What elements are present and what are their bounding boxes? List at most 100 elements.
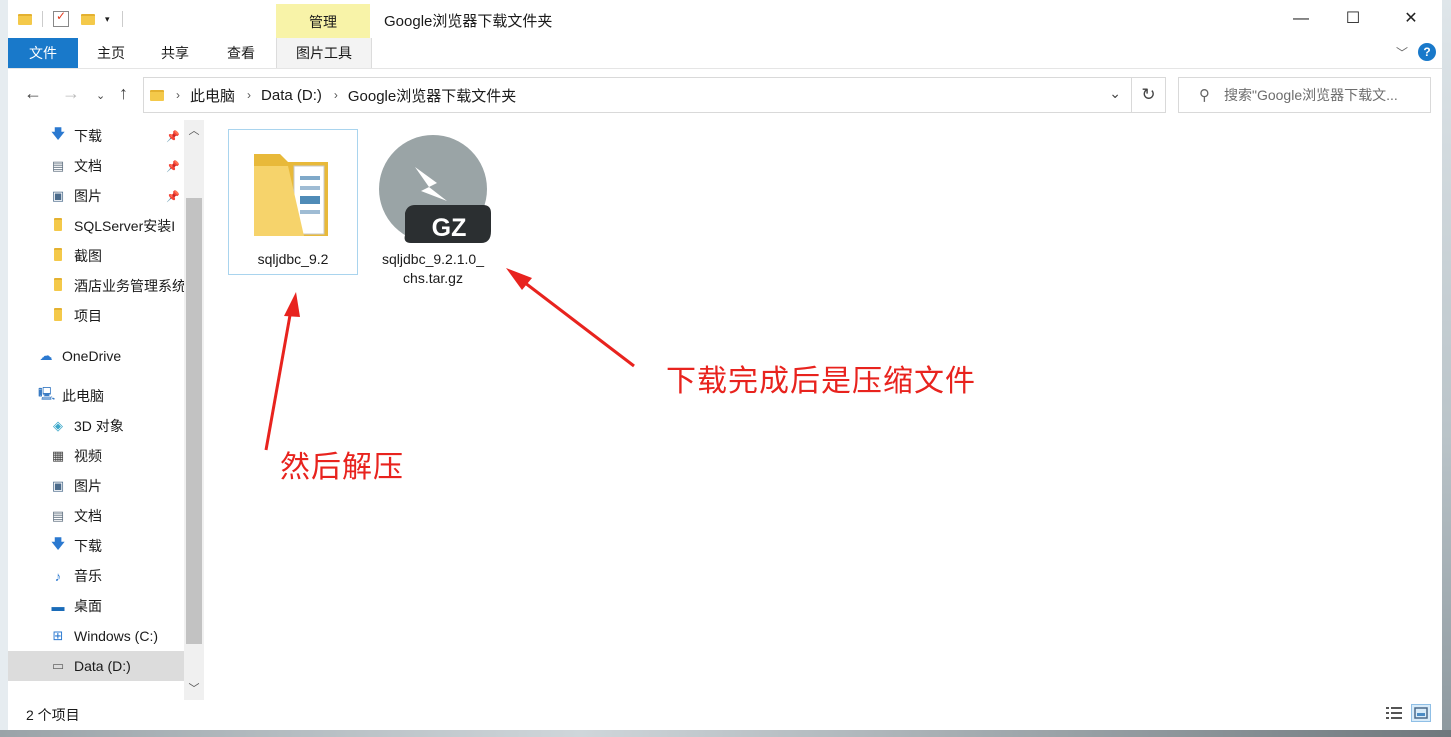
tab-view[interactable]: 查看 <box>218 38 264 68</box>
nav-item-projects[interactable]: 项目 <box>8 301 184 331</box>
nav-item-documents[interactable]: ▤ 文档 📌 <box>8 151 184 181</box>
folder-icon <box>150 89 164 101</box>
tab-picture-tools[interactable]: 图片工具 <box>276 38 372 68</box>
nav-item-downloads-pc[interactable]: 🡇 下载 <box>8 531 184 561</box>
download-arrow-icon: 🡇 <box>51 536 65 551</box>
scroll-down-arrow-icon[interactable]: ﹀ <box>184 680 204 696</box>
nav-item-pictures[interactable]: ▣ 图片 📌 <box>8 181 184 211</box>
window-title: Google浏览器下载文件夹 <box>384 13 553 30</box>
properties-icon[interactable]: ✓ <box>53 9 69 27</box>
forward-arrow-icon[interactable]: → <box>62 83 80 104</box>
nav-item-label: 此电脑 <box>62 388 104 404</box>
divider <box>121 11 123 27</box>
scroll-up-arrow-icon[interactable]: ︿ <box>184 122 204 138</box>
drive-icon: ▭ <box>51 658 65 673</box>
breadcrumb-drive-d[interactable]: Data (D:) <box>261 87 322 104</box>
ribbon-controls: ﹀ ? <box>1396 43 1436 61</box>
nav-item-this-pc[interactable]: 🖳 此电脑 <box>8 381 184 411</box>
nav-item-label: 图片 <box>74 188 102 204</box>
arrow-to-folder <box>264 303 294 451</box>
nav-item-pictures-pc[interactable]: ▣ 图片 <box>8 471 184 501</box>
file-item-archive[interactable]: GZ sqljdbc_9.2.1.0_ chs.tar.gz <box>368 129 498 299</box>
gz-archive-icon: GZ <box>379 135 491 243</box>
ribbon-tabs: 文件 主页 共享 查看 图片工具 ﹀ ? <box>8 38 1442 69</box>
breadcrumb-separator-icon[interactable]: › <box>176 88 180 102</box>
nav-item-label: 酒店业务管理系统 <box>74 278 184 294</box>
tab-file[interactable]: 文件 <box>8 38 78 68</box>
maximize-button[interactable]: ☐ <box>1330 0 1376 38</box>
pin-icon[interactable]: 📌 <box>166 130 180 143</box>
up-arrow-icon[interactable]: ↑ <box>119 83 128 104</box>
nav-item-downloads[interactable]: 🡇 下载 📌 <box>8 121 184 151</box>
nav-item-label: 下载 <box>74 128 102 144</box>
nav-scrollbar[interactable]: ︿ ﹀ <box>184 120 204 700</box>
refresh-button[interactable]: ↻ <box>1132 77 1166 113</box>
breadcrumb-separator-icon[interactable]: › <box>247 88 251 102</box>
nav-item-hotel-system[interactable]: 酒店业务管理系统 <box>8 271 184 301</box>
nav-item-documents-pc[interactable]: ▤ 文档 <box>8 501 184 531</box>
nav-item-label: 文档 <box>74 158 102 174</box>
nav-item-music[interactable]: ♪ 音乐 <box>8 561 184 591</box>
navigation-pane: 🡇 下载 📌 ▤ 文档 📌 ▣ 图片 📌 SQLServer安装I 截图 酒店业务管理… <box>8 120 204 700</box>
breadcrumb-current-folder[interactable]: Google浏览器下载文件夹 <box>348 85 516 106</box>
picture-icon: ▣ <box>51 188 65 203</box>
manage-context-tab[interactable]: 管理 <box>276 4 370 38</box>
nav-item-label: 视频 <box>74 448 102 464</box>
file-name: sqljdbc_9.2 <box>257 251 329 267</box>
nav-item-label: 图片 <box>74 478 102 494</box>
file-item-folder[interactable]: sqljdbc_9.2 <box>228 129 358 275</box>
nav-item-screenshots[interactable]: 截图 <box>8 241 184 271</box>
large-icons-view-icon[interactable] <box>1411 704 1431 722</box>
address-dropdown-chevron-icon[interactable]: ⌄ <box>1109 85 1121 102</box>
arrowhead <box>284 292 300 317</box>
back-arrow-icon[interactable]: ← <box>24 83 42 104</box>
nav-item-label: 音乐 <box>74 568 102 584</box>
nav-item-label: Data (D:) <box>74 658 131 674</box>
title-bar: ✓ ▾ 管理 Google浏览器下载文件夹 — ☐ ✕ <box>8 0 1442 38</box>
desktop-background-edge <box>1442 0 1451 737</box>
search-icon: ⚲ <box>1199 87 1210 104</box>
annotation-compressed-note: 下载完成后是压缩文件 <box>666 365 976 398</box>
nav-item-label: 截图 <box>74 248 102 264</box>
file-name: sqljdbc_9.2.1.0_ chs.tar.gz <box>368 250 498 288</box>
tab-share[interactable]: 共享 <box>152 38 198 68</box>
close-button[interactable]: ✕ <box>1388 0 1434 38</box>
music-icon: ♪ <box>54 568 62 584</box>
minimize-button[interactable]: — <box>1278 0 1324 38</box>
status-bar: 2 个项目 <box>8 700 1442 730</box>
video-icon: ▦ <box>51 448 65 463</box>
nav-item-videos[interactable]: ▦ 视频 <box>8 441 184 471</box>
nav-item-3d-objects[interactable]: ◈ 3D 对象 <box>8 411 184 441</box>
search-input[interactable]: ⚲ 搜索"Google浏览器下载文... <box>1178 77 1431 113</box>
tab-home[interactable]: 主页 <box>88 38 134 68</box>
pin-icon[interactable]: 📌 <box>166 190 180 203</box>
breadcrumb-separator-icon[interactable]: › <box>334 88 338 102</box>
pin-icon[interactable]: 📌 <box>166 160 180 173</box>
file-list-pane: sqljdbc_9.2 GZ sqljdbc_9.2.1.0_ chs.tar.… <box>204 120 1442 700</box>
new-folder-icon[interactable] <box>81 13 95 25</box>
details-view-icon[interactable] <box>1384 704 1404 722</box>
customize-toolbar-icon[interactable]: ▾ <box>105 14 110 25</box>
nav-item-label: 项目 <box>74 308 102 324</box>
address-bar[interactable]: › 此电脑 › Data (D:) › Google浏览器下载文件夹 ⌄ <box>143 77 1132 113</box>
computer-icon: 🖳 <box>38 386 56 401</box>
nav-item-drive-d[interactable]: ▭ Data (D:) <box>8 651 184 681</box>
folder-icon <box>50 218 66 234</box>
document-icon: ▤ <box>51 508 65 523</box>
desktop-icon: ▬ <box>51 598 65 614</box>
nav-item-sqlserver[interactable]: SQLServer安装I <box>8 211 184 241</box>
folder-icon <box>50 278 66 294</box>
nav-item-desktop[interactable]: ▬ 桌面 <box>8 591 184 621</box>
gz-badge-text: GZ <box>432 214 467 242</box>
breadcrumb-this-pc[interactable]: 此电脑 <box>190 85 235 106</box>
recent-locations-chevron-icon[interactable]: ⌄ <box>96 89 105 102</box>
file-name-line: sqljdbc_9.2.1.0_ <box>382 251 484 267</box>
help-icon[interactable]: ? <box>1418 43 1436 61</box>
scrollbar-thumb[interactable] <box>186 198 202 644</box>
navigation-row: ← → ⌄ ↑ › 此电脑 › Data (D:) › Google浏览器下载文… <box>8 70 1442 120</box>
nav-item-onedrive[interactable]: ☁ OneDrive <box>8 341 184 371</box>
arrowhead <box>506 268 532 290</box>
annotation-extract-note: 然后解压 <box>280 451 404 484</box>
nav-item-drive-c[interactable]: ⊞ Windows (C:) <box>8 621 184 651</box>
expand-ribbon-icon[interactable]: ﹀ <box>1396 44 1408 61</box>
